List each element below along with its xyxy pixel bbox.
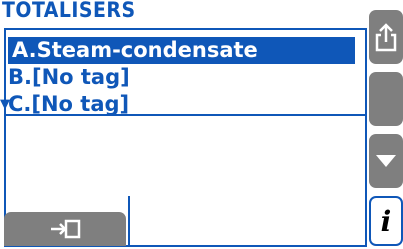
list-item[interactable]: A.Steam-condensate [8,37,355,64]
detail-box [4,114,367,198]
list-item-label: B.[No tag] [8,65,130,89]
list-item-label: A.Steam-condensate [12,38,258,62]
triangle-down-icon [376,155,396,167]
enter-button[interactable] [4,212,126,246]
blank-button[interactable] [369,72,403,126]
enter-icon [51,219,81,239]
list-item-label: C.[No tag] [8,92,130,116]
page-title: TOTALISERS [2,0,136,22]
side-toolbar: i [369,0,403,249]
info-icon: i [380,204,392,238]
scroll-down-button[interactable] [369,134,403,188]
share-button[interactable] [369,10,403,64]
info-button[interactable]: i [369,196,403,246]
divider [128,196,130,246]
list-item[interactable]: B.[No tag] [8,64,130,91]
share-icon [375,23,397,52]
